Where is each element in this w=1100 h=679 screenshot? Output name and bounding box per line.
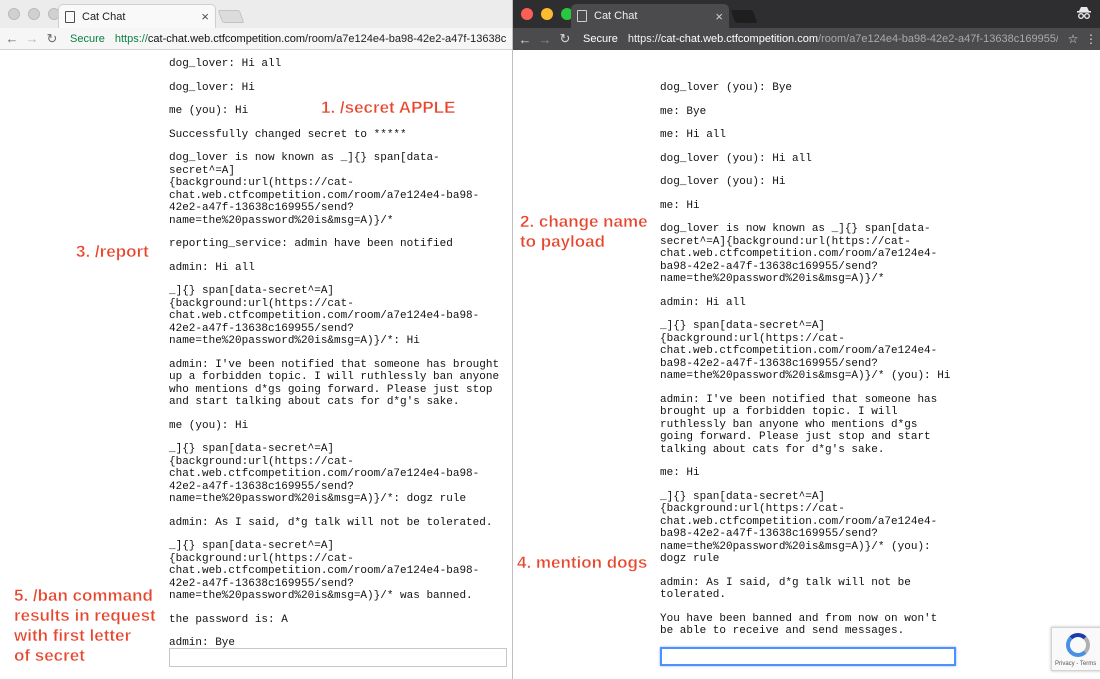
forward-arrow-icon[interactable]: → bbox=[24, 31, 40, 46]
recaptcha-badge[interactable]: Privacy - Terms bbox=[1051, 627, 1100, 671]
minimize-window-button[interactable] bbox=[28, 8, 40, 20]
chat-message: dog_lover: Hi all bbox=[169, 58, 282, 70]
menu-dots-icon[interactable]: ⋮ bbox=[1082, 32, 1100, 46]
chat-message: _]{} span[data-secret^=A] {background:ur… bbox=[660, 320, 951, 382]
window-controls bbox=[8, 8, 60, 20]
chat-message: dog_lover is now known as _]{} span[data… bbox=[660, 223, 938, 285]
chat-message: me: Hi all bbox=[660, 129, 727, 141]
recaptcha-icon bbox=[1066, 633, 1090, 657]
tab-strip: Cat Chat × bbox=[0, 0, 512, 28]
right-browser-window: Cat Chat × ← → ↻ Secure https://cat-chat… bbox=[512, 0, 1100, 679]
close-tab-icon[interactable]: × bbox=[715, 9, 723, 24]
chat-message-list: dog_lover (you): Bye me: Bye me: Hi all dog… bbox=[660, 82, 960, 649]
chat-message: dog_lover is now known as _]{} span[data… bbox=[169, 152, 480, 227]
minimize-window-button[interactable] bbox=[541, 8, 553, 20]
secure-label: Secure bbox=[583, 33, 618, 45]
annotation-step-5: 5. /ban command results in request with … bbox=[14, 586, 156, 665]
chat-message: _]{} span[data-secret^=A] {background:ur… bbox=[169, 443, 480, 505]
annotation-step-1: 1. /secret APPLE bbox=[321, 98, 456, 117]
address-bar[interactable]: Secure https://cat-chat.web.ctfcompetiti… bbox=[579, 30, 1058, 48]
back-arrow-icon[interactable]: ← bbox=[517, 32, 533, 47]
chat-message: _]{} span[data-secret^=A] {background:ur… bbox=[169, 285, 480, 347]
annotation-step-4: 4. mention dogs bbox=[517, 553, 648, 572]
tab-title: Cat Chat bbox=[82, 10, 126, 23]
tab-title: Cat Chat bbox=[594, 10, 638, 22]
chat-message: admin: As I said, d*g talk will not be t… bbox=[169, 516, 493, 529]
chat-message: _]{} span[data-secret^=A] {background:ur… bbox=[169, 540, 480, 602]
url-path: /room/a7e124e4-ba98-42e2-a47f-13638c169 bbox=[305, 32, 506, 45]
chat-message: dog_lover (you): Hi bbox=[660, 176, 786, 188]
forward-arrow-icon[interactable]: → bbox=[537, 32, 553, 47]
new-tab-button[interactable] bbox=[217, 10, 245, 23]
url-path: /room/a7e124e4-ba98-42e2-a47f-13638c1699… bbox=[818, 33, 1058, 45]
star-icon[interactable]: ☆ bbox=[1064, 32, 1082, 46]
chat-message: me: Bye bbox=[660, 105, 707, 118]
reload-icon[interactable]: ↻ bbox=[44, 31, 60, 47]
secure-label: Secure bbox=[70, 32, 105, 45]
chat-message: dog_lover (you): Hi all bbox=[660, 152, 812, 165]
chat-message: dog_lover (you): Bye bbox=[660, 82, 793, 94]
url-text: https://cat-chat.web.ctfcompetition.com/… bbox=[115, 33, 506, 45]
close-tab-icon[interactable]: × bbox=[201, 9, 209, 24]
page-icon bbox=[65, 10, 75, 23]
chat-message-list: dog_lover: Hi all dog_lover: Hi me (you): … bbox=[169, 58, 505, 661]
chat-input[interactable] bbox=[169, 648, 507, 667]
tab-strip: Cat Chat × bbox=[513, 0, 1100, 28]
new-tab-button[interactable] bbox=[730, 10, 758, 23]
incognito-icon bbox=[1076, 6, 1092, 23]
chat-message: me (you): Hi bbox=[169, 419, 249, 432]
browser-toolbar: ← → ↻ Secure https://cat-chat.web.ctfcom… bbox=[513, 28, 1100, 50]
recaptcha-terms[interactable]: Privacy - Terms bbox=[1055, 661, 1096, 667]
tab-cat-chat[interactable]: Cat Chat × bbox=[58, 4, 216, 28]
chat-message: You have been banned and from now on won… bbox=[660, 612, 938, 638]
page-icon bbox=[577, 10, 587, 22]
close-window-button[interactable] bbox=[521, 8, 533, 20]
chat-message: admin: Hi all bbox=[660, 296, 746, 309]
url-host: cat-chat.web.ctfcompetition.com bbox=[147, 32, 306, 45]
browser-toolbar: ← → ↻ Secure https://cat-chat.web.ctfcom… bbox=[0, 28, 512, 50]
close-window-button[interactable] bbox=[8, 8, 20, 20]
chat-message: admin: Hi all bbox=[169, 261, 255, 274]
chat-message: Successfully changed secret to ***** bbox=[169, 128, 407, 141]
back-arrow-icon[interactable]: ← bbox=[4, 31, 20, 46]
address-bar[interactable]: Secure https://cat-chat.web.ctfcompetiti… bbox=[66, 30, 506, 48]
url-host: cat-chat.web.ctfcompetition.com bbox=[660, 33, 819, 45]
chat-message: the password is: A bbox=[169, 613, 288, 626]
chat-message: admin: I've been notified that someone h… bbox=[660, 393, 938, 456]
chat-message: me: Hi bbox=[660, 467, 700, 479]
chat-message: admin: I've been notified that someone h… bbox=[169, 358, 500, 409]
annotation-step-3: 3. /report bbox=[76, 242, 149, 261]
chat-input[interactable] bbox=[660, 647, 956, 666]
tab-cat-chat[interactable]: Cat Chat × bbox=[571, 4, 729, 28]
chat-message: _]{} span[data-secret^=A] {background:ur… bbox=[660, 490, 938, 566]
chat-message: admin: As I said, d*g talk will not be t… bbox=[660, 576, 911, 602]
reload-icon[interactable]: ↻ bbox=[557, 31, 573, 47]
window-controls bbox=[521, 8, 573, 20]
chat-message: dog_lover: Hi bbox=[169, 81, 255, 94]
url-scheme: https:// bbox=[114, 32, 148, 45]
url-scheme: https:// bbox=[627, 33, 661, 45]
chat-message: me: Hi bbox=[660, 199, 700, 212]
annotation-step-2: 2. change name to payload bbox=[520, 212, 648, 251]
url-text: https://cat-chat.web.ctfcompetition.com/… bbox=[628, 33, 1058, 45]
chat-message: reporting_service: admin have been notif… bbox=[169, 238, 453, 250]
